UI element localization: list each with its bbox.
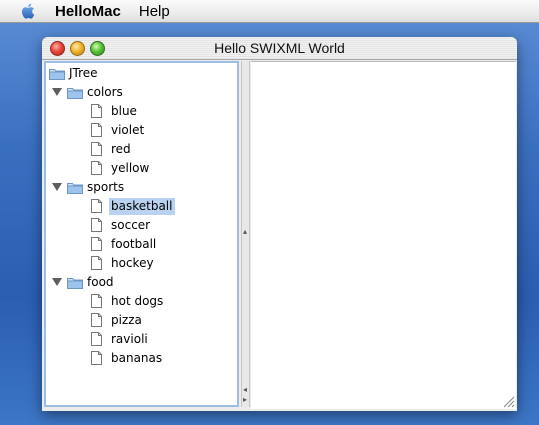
apple-icon[interactable]: [20, 2, 38, 20]
expand-toggle-icon[interactable]: [52, 88, 62, 96]
tree-leaf[interactable]: hot dogs: [91, 292, 163, 310]
tree-group-sports[interactable]: sports: [67, 178, 124, 196]
tree-group-colors[interactable]: colors: [67, 83, 123, 101]
tree-leaf-label: bananas: [111, 351, 163, 365]
content-pane: [251, 61, 516, 409]
tree-leaf-label: soccer: [111, 218, 151, 232]
tree-leaf[interactable]: hockey: [91, 254, 154, 272]
collapse-up-arrow-icon[interactable]: ▴: [243, 228, 247, 236]
document-icon: [91, 351, 102, 365]
tree-leaf-label: blue: [111, 104, 137, 118]
tree-root-label: JTree: [69, 66, 98, 80]
tree-group-food[interactable]: food: [67, 273, 114, 291]
tree-leaf[interactable]: blue: [91, 102, 137, 120]
document-icon: [91, 294, 102, 308]
tree-group-label: food: [87, 275, 114, 289]
tree-leaf-label: football: [111, 237, 157, 251]
collapse-left-arrow-icon[interactable]: ◂: [243, 386, 247, 394]
tree-leaf[interactable]: ravioli: [91, 330, 148, 348]
tree-leaf-label: hockey: [111, 256, 154, 270]
menu-bar: HelloMac Help: [0, 0, 539, 23]
document-icon: [91, 256, 102, 270]
folder-icon: [49, 68, 65, 80]
document-icon: [91, 237, 102, 251]
app-menu[interactable]: HelloMac: [55, 3, 121, 20]
tree-leaf-label: pizza: [111, 313, 142, 327]
tree-leaf-label: red: [111, 142, 131, 156]
tree-leaf[interactable]: soccer: [91, 216, 150, 234]
tree-leaf[interactable]: bananas: [91, 349, 162, 367]
split-pane-divider[interactable]: ▴ ◂ ▸: [241, 61, 250, 407]
collapse-right-arrow-icon[interactable]: ▸: [243, 396, 247, 404]
document-icon: [91, 218, 102, 232]
jtree-pane[interactable]: JTree colors blue violet red yellow spor…: [44, 61, 239, 407]
tree-leaf[interactable]: pizza: [91, 311, 142, 329]
document-icon: [91, 161, 102, 175]
tree-leaf-label: violet: [111, 123, 145, 137]
help-menu[interactable]: Help: [139, 3, 170, 20]
tree-leaf[interactable]: yellow: [91, 159, 149, 177]
resize-grip-icon[interactable]: [502, 395, 515, 408]
tree-group-label: colors: [87, 85, 123, 99]
expand-toggle-icon[interactable]: [52, 278, 62, 286]
tree-leaf-label: yellow: [111, 161, 150, 175]
tree-leaf-selected[interactable]: basketball: [91, 197, 176, 215]
document-icon: [91, 199, 102, 213]
document-icon: [91, 104, 102, 118]
document-icon: [91, 142, 102, 156]
tree-group-label: sports: [87, 180, 125, 194]
tree-leaf-label: hot dogs: [111, 294, 164, 308]
tree-leaf-label: ravioli: [111, 332, 148, 346]
tree-leaf[interactable]: football: [91, 235, 156, 253]
app-window: Hello SWIXML World JTree colors blue vio…: [42, 37, 517, 411]
document-icon: [91, 313, 102, 327]
window-titlebar[interactable]: Hello SWIXML World: [42, 37, 517, 60]
document-icon: [91, 123, 102, 137]
document-icon: [91, 332, 102, 346]
expand-toggle-icon[interactable]: [52, 183, 62, 191]
folder-icon: [67, 277, 83, 289]
window-title: Hello SWIXML World: [214, 40, 345, 56]
tree-leaf[interactable]: violet: [91, 121, 144, 139]
folder-icon: [67, 182, 83, 194]
tree-leaf-label: basketball: [109, 197, 176, 215]
tree-leaf[interactable]: red: [91, 140, 131, 158]
tree-root[interactable]: JTree: [49, 64, 98, 82]
folder-icon: [67, 87, 83, 99]
